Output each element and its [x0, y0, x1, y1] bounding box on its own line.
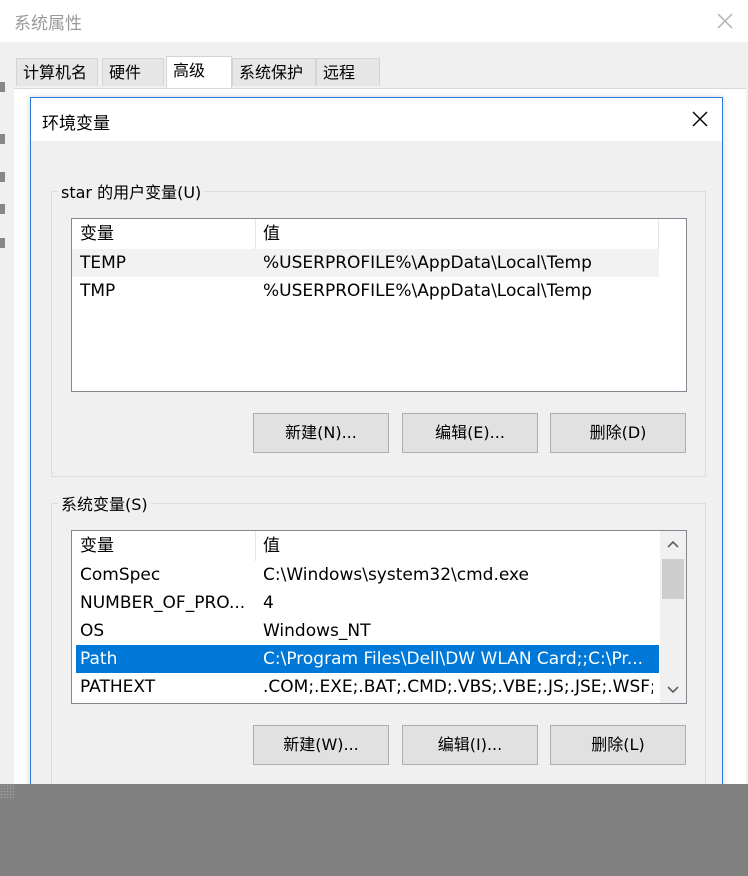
table-row[interactable]: TMP %USERPROFILE%\AppData\Local\Temp — [72, 277, 659, 305]
variable-name: OS — [80, 621, 105, 641]
column-divider[interactable] — [255, 531, 256, 561]
system-new-button[interactable]: 新建(W)... — [253, 725, 389, 765]
user-variables-group: star 的用户变量(U) 变量 值 TEMP %USERPROFILE%\Ap… — [51, 179, 706, 477]
variable-value: C:\Program Files\Dell\DW WLAN Card;;C:\P… — [263, 649, 644, 669]
system-properties-title: 系统属性 — [14, 14, 82, 34]
close-icon[interactable] — [688, 107, 712, 131]
variable-value: %USERPROFILE%\AppData\Local\Temp — [263, 281, 592, 301]
variable-value: .COM;.EXE;.BAT;.CMD;.VBS;.VBE;.JS;.JSE;.… — [263, 677, 653, 697]
variable-name: TMP — [80, 281, 116, 301]
tab-remote[interactable]: 远程 — [316, 58, 380, 86]
variable-name: ComSpec — [80, 565, 161, 585]
system-properties-titlebar: 系统属性 — [0, 0, 748, 42]
tab-computer-name[interactable]: 计算机名 — [16, 58, 98, 86]
table-row[interactable]: TEMP %USERPROFILE%\AppData\Local\Temp — [72, 249, 659, 277]
system-delete-button[interactable]: 删除(L) — [550, 725, 686, 765]
column-divider[interactable] — [255, 219, 256, 249]
resize-grip — [0, 784, 14, 798]
column-header-value[interactable]: 值 — [263, 220, 280, 248]
tab-system-protection[interactable]: 系统保护 — [232, 58, 316, 86]
system-variables-list[interactable]: 变量 值 ComSpec C:\Windows\system32\cmd.exe… — [71, 530, 687, 704]
column-header-variable[interactable]: 变量 — [80, 532, 114, 560]
scroll-down-icon[interactable] — [660, 677, 686, 703]
dialog-title: 环境变量 — [42, 114, 110, 134]
variable-value: 4 — [263, 593, 274, 613]
tab-hardware[interactable]: 硬件 — [102, 58, 164, 86]
left-edge-fragment — [0, 66, 6, 266]
scroll-thumb[interactable] — [662, 559, 684, 599]
variable-value: Windows_NT — [263, 621, 371, 641]
close-icon[interactable] — [710, 6, 740, 36]
variable-name: Path — [80, 649, 118, 669]
table-row[interactable]: PATHEXT .COM;.EXE;.BAT;.CMD;.VBS;.VBE;.J… — [72, 673, 659, 701]
system-variables-group: 系统变量(S) 变量 值 ComSpec C:\Windows\system32… — [51, 491, 706, 793]
variable-value: %USERPROFILE%\AppData\Local\Temp — [263, 253, 592, 273]
table-row[interactable]: OS Windows_NT — [72, 617, 659, 645]
environment-variables-dialog: 环境变量 star 的用户变量(U) 变量 值 TEMP %USERPROFIL… — [30, 97, 723, 797]
list-header: 变量 值 — [72, 219, 686, 249]
environment-variables-titlebar: 环境变量 — [31, 98, 722, 141]
bottom-gray-area — [0, 784, 748, 876]
table-row[interactable]: NUMBER_OF_PRO... 4 — [72, 589, 659, 617]
variable-name: PATHEXT — [80, 677, 156, 697]
table-row[interactable]: ComSpec C:\Windows\system32\cmd.exe — [72, 561, 659, 589]
variable-name: NUMBER_OF_PRO... — [80, 593, 246, 613]
variable-value: C:\Windows\system32\cmd.exe — [263, 565, 530, 585]
user-edit-button[interactable]: 编辑(E)... — [402, 413, 538, 453]
tab-advanced[interactable]: 高级 — [166, 56, 232, 88]
column-divider[interactable] — [658, 219, 659, 249]
user-new-button[interactable]: 新建(N)... — [253, 413, 389, 453]
system-edit-button[interactable]: 编辑(I)... — [402, 725, 538, 765]
column-header-value[interactable]: 值 — [263, 532, 280, 560]
variable-name: TEMP — [80, 253, 127, 273]
scroll-up-icon[interactable] — [660, 531, 686, 557]
column-header-variable[interactable]: 变量 — [80, 220, 114, 248]
user-variables-label: star 的用户变量(U) — [58, 179, 205, 203]
table-row-selected[interactable]: Path C:\Program Files\Dell\DW WLAN Card;… — [76, 645, 659, 673]
user-variables-list[interactable]: 变量 值 TEMP %USERPROFILE%\AppData\Local\Te… — [71, 218, 687, 392]
system-variables-label: 系统变量(S) — [58, 491, 151, 515]
list-header: 变量 值 — [72, 531, 686, 561]
vertical-scrollbar[interactable] — [660, 531, 686, 703]
user-delete-button[interactable]: 删除(D) — [550, 413, 686, 453]
